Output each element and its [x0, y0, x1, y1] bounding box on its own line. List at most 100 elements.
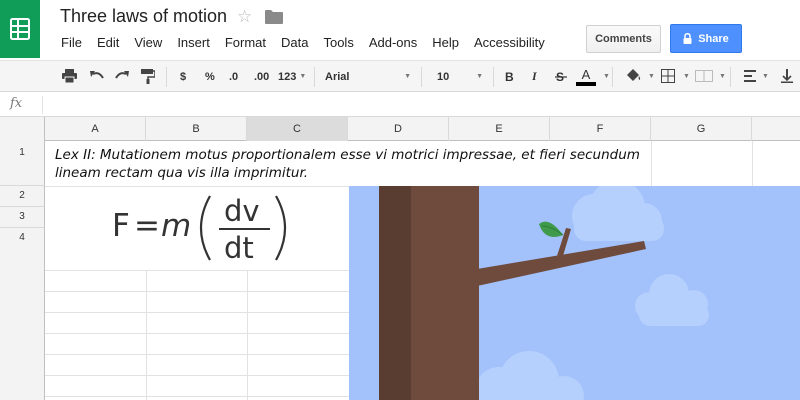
fill-color-icon[interactable]	[624, 68, 642, 84]
formula-input[interactable]	[45, 93, 800, 117]
vertical-align-icon[interactable]	[781, 69, 793, 83]
grid-line	[45, 396, 349, 397]
italic-button[interactable]: I	[532, 61, 537, 92]
column-header-d[interactable]: D	[348, 117, 449, 141]
right-paren	[275, 195, 286, 261]
formula-bar-divider	[42, 96, 43, 114]
row-header-4[interactable]: 4	[0, 228, 45, 400]
column-header-h[interactable]	[752, 117, 800, 141]
menu-view[interactable]: View	[134, 35, 162, 50]
chevron-down-icon: ▼	[299, 73, 307, 80]
chevron-down-icon[interactable]: ▼	[603, 61, 610, 92]
text-color-label: A	[581, 66, 591, 82]
menu-accessibility[interactable]: Accessibility	[474, 35, 545, 50]
grid-line	[752, 141, 753, 186]
formula-numerator: dv	[224, 194, 260, 228]
menu-addons[interactable]: Add-ons	[369, 35, 417, 50]
sheets-logo[interactable]	[0, 0, 40, 58]
strikethrough-icon[interactable]: S	[555, 70, 567, 83]
chevron-down-icon: ▼	[476, 73, 483, 80]
number-format-label: 123	[278, 70, 297, 83]
row-header-3[interactable]: 3	[0, 207, 45, 228]
star-icon[interactable]: ☆	[237, 7, 252, 27]
document-title[interactable]: Three laws of motion	[60, 6, 227, 27]
lock-icon	[683, 33, 692, 44]
share-button[interactable]: Share	[670, 24, 742, 53]
grid-line	[45, 291, 349, 292]
share-label: Share	[698, 32, 729, 45]
chevron-down-icon[interactable]: ▼	[683, 61, 690, 92]
text-color-button[interactable]: A	[576, 61, 596, 92]
undo-icon[interactable]	[89, 70, 104, 82]
menu-bar: File Edit View Insert Format Data Tools …	[61, 35, 560, 50]
row-header-2[interactable]: 2	[0, 186, 45, 207]
tree-illustration[interactable]	[349, 186, 800, 400]
menu-tools[interactable]: Tools	[323, 35, 353, 50]
function-icon: fx	[10, 96, 23, 111]
column-header-row: A B C D E F G	[0, 117, 800, 141]
paint-format-icon[interactable]	[141, 69, 155, 84]
formula-force: F	[112, 208, 130, 244]
formula-mass: m	[161, 208, 191, 244]
formula-equals: =	[134, 208, 160, 244]
sheets-logo-icon	[10, 18, 30, 40]
formula-image[interactable]: F = m dv dt	[112, 190, 302, 266]
column-header-f[interactable]: F	[550, 117, 651, 141]
grid-line	[146, 270, 147, 400]
toolbar-divider	[730, 67, 731, 87]
grid-line	[45, 312, 349, 313]
left-paren	[200, 195, 211, 261]
toolbar: $ % .0 .00 123▼ Arial▼ 10▼ B I S A ▼ ▼ ▼…	[0, 60, 800, 92]
chevron-down-icon[interactable]: ▼	[762, 61, 769, 92]
comments-button[interactable]: Comments	[586, 25, 661, 53]
toolbar-divider	[314, 67, 315, 87]
bold-button[interactable]: B	[505, 61, 514, 92]
menu-help[interactable]: Help	[432, 35, 459, 50]
formula-bar: fx	[0, 93, 800, 117]
grid-line	[45, 270, 349, 271]
grid-line	[45, 354, 349, 355]
merge-cells-icon[interactable]	[695, 70, 713, 82]
column-header-e[interactable]: E	[449, 117, 550, 141]
row-header-1[interactable]: 1	[0, 141, 45, 186]
select-all-corner[interactable]	[0, 117, 45, 141]
menu-file[interactable]: File	[61, 35, 82, 50]
redo-icon[interactable]	[115, 70, 130, 82]
increase-decimal-button[interactable]: .00	[254, 61, 269, 92]
grid-line	[45, 333, 349, 334]
number-format-dropdown[interactable]: 123 ▼	[278, 61, 306, 92]
menu-data[interactable]: Data	[281, 35, 308, 50]
column-header-a[interactable]: A	[45, 117, 146, 141]
print-icon[interactable]	[62, 69, 77, 83]
column-header-g[interactable]: G	[651, 117, 752, 141]
currency-format-button[interactable]: $	[180, 61, 186, 92]
text-color-swatch	[576, 81, 596, 86]
menu-insert[interactable]: Insert	[177, 35, 210, 50]
horizontal-align-icon[interactable]	[744, 70, 756, 82]
chevron-down-icon[interactable]: ▼	[719, 61, 726, 92]
chevron-down-icon: ▼	[404, 73, 411, 80]
toolbar-divider	[421, 67, 422, 87]
menu-format[interactable]: Format	[225, 35, 266, 50]
formula-denominator: dt	[224, 231, 254, 265]
lex-ii-text: Lex II: Mutationem motus proportionalem …	[55, 147, 640, 181]
toolbar-divider	[493, 67, 494, 87]
toolbar-divider	[612, 67, 613, 87]
chevron-down-icon[interactable]: ▼	[648, 61, 655, 92]
grid-line	[45, 375, 349, 376]
borders-icon[interactable]	[661, 69, 675, 83]
toolbar-divider	[166, 67, 167, 87]
column-header-c[interactable]: C	[247, 117, 348, 141]
tree-trunk-shadow	[379, 186, 411, 400]
font-size-label: 10	[437, 70, 450, 83]
font-family-dropdown[interactable]: Arial ▼	[325, 61, 411, 92]
decrease-decimal-button[interactable]: .0	[229, 61, 238, 92]
grid-line	[247, 270, 248, 400]
percent-format-button[interactable]: %	[205, 61, 215, 92]
grid-line	[651, 141, 652, 186]
font-size-dropdown[interactable]: 10 ▼	[437, 61, 483, 92]
menu-edit[interactable]: Edit	[97, 35, 119, 50]
font-family-label: Arial	[325, 70, 350, 83]
folder-icon[interactable]	[265, 10, 283, 24]
column-header-b[interactable]: B	[146, 117, 247, 141]
